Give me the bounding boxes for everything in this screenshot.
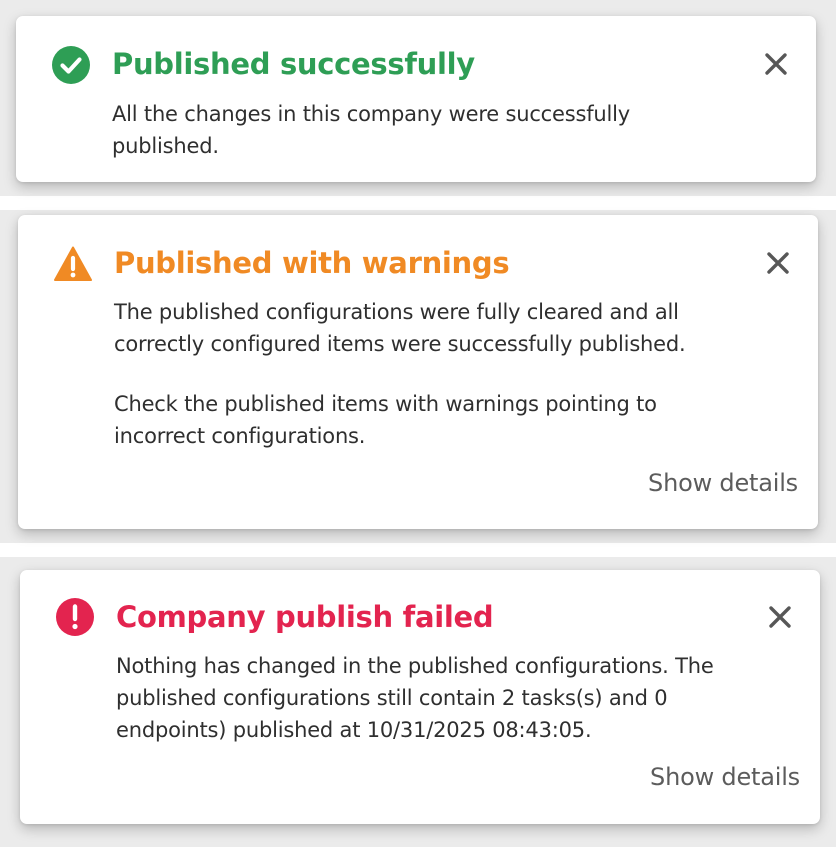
toast-message: All the changes in this company were suc…: [112, 98, 692, 162]
toast-message-paragraph: All the changes in this company were suc…: [112, 102, 631, 158]
success-toast: Published successfully All the changes i…: [16, 16, 816, 182]
close-button[interactable]: [758, 243, 798, 283]
show-details-link[interactable]: Show details: [648, 466, 798, 500]
show-details-link[interactable]: Show details: [650, 760, 800, 794]
warning-triangle-icon: [53, 244, 93, 284]
separator-band: [0, 543, 836, 557]
toast-message: Nothing has changed in the published con…: [116, 650, 756, 746]
warning-toast: Published with warnings The published co…: [18, 215, 818, 529]
error-toast: Company publish failed Nothing has chang…: [20, 570, 820, 824]
close-icon: [767, 252, 789, 274]
separator-band: [0, 196, 836, 210]
close-button[interactable]: [756, 44, 796, 84]
toast-message: The published configurations were fully …: [114, 296, 754, 452]
toast-message-paragraph: Nothing has changed in the published con…: [116, 654, 714, 742]
toast-message-paragraph: Check the published items with warnings …: [114, 392, 657, 448]
close-button[interactable]: [760, 597, 800, 637]
check-circle-icon: [51, 45, 91, 85]
exclamation-circle-icon: [55, 597, 95, 637]
toast-title: Company publish failed: [116, 600, 494, 634]
close-icon: [765, 53, 787, 75]
close-icon: [769, 606, 791, 628]
toast-title: Published with warnings: [114, 246, 510, 280]
toast-message-paragraph: The published configurations were fully …: [114, 300, 686, 356]
toast-title: Published successfully: [112, 47, 475, 81]
